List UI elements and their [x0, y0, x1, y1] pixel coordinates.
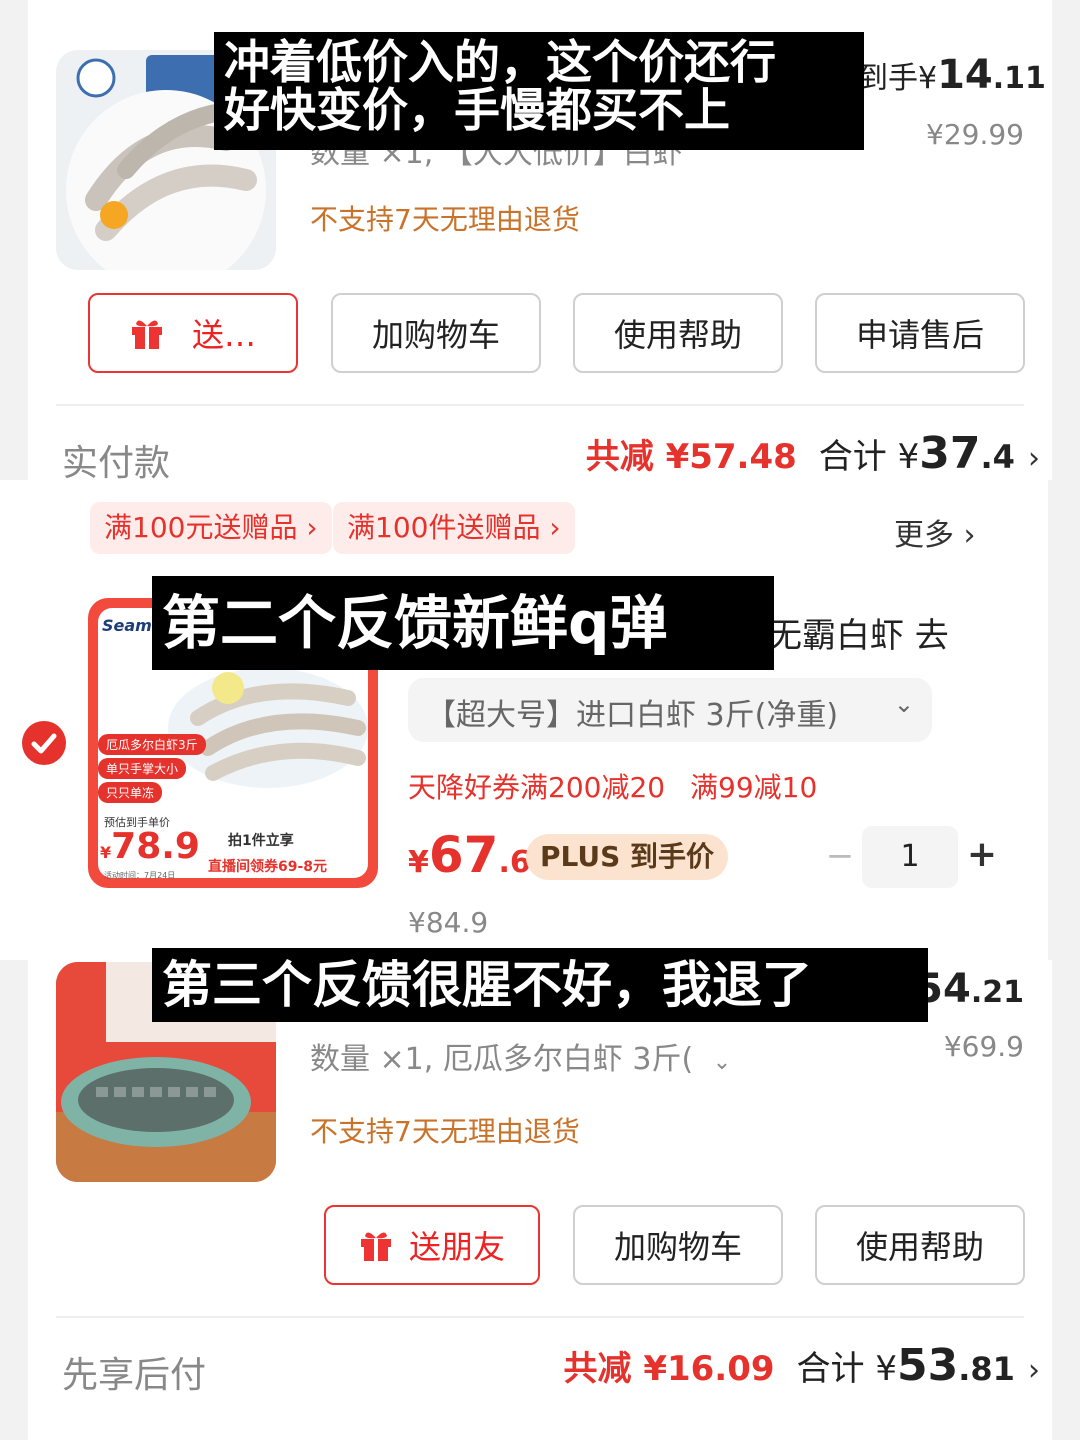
select-checkbox-checked[interactable] [22, 721, 66, 765]
return-policy-note-2: 不支持7天无理由退货 [310, 1115, 580, 1148]
more-promos-link[interactable]: 更多 › [894, 510, 976, 554]
image-est-value: 78.9 [111, 826, 200, 867]
price-int: 67 [428, 826, 499, 884]
total-int-2: 53 [896, 1340, 959, 1391]
net-price-1: 到手¥14.11 [858, 52, 1046, 98]
send-friend-label: 送朋友 [408, 1228, 505, 1266]
help-button[interactable]: 使用帮助 [573, 293, 783, 373]
total-label-2: 合计 ¥ [796, 1349, 897, 1389]
variant-selector[interactable]: 【超大号】进口白虾 3斤(净重) ⌄ [408, 678, 932, 742]
quantity-line-2-text: 数量 ×1, 厄瓜多尔白虾 3斤( [310, 1042, 694, 1077]
quantity-decrease-button[interactable]: − [822, 836, 858, 876]
quantity-increase-button[interactable]: + [964, 834, 1000, 875]
caption-1-line-1: 冲着低价入的，这个价还行 [224, 35, 776, 89]
divider [56, 404, 1024, 406]
send-friend-button[interactable]: 送朋友 [324, 1205, 540, 1285]
image-date: 活动时间：7月24日 [104, 871, 176, 880]
after-sale-button[interactable]: 申请售后 [815, 293, 1025, 373]
shrimp-illustration [168, 668, 368, 788]
variant-text: 【超大号】进口白虾 3斤(净重) [426, 698, 839, 733]
check-icon [31, 733, 57, 754]
image-tag-3: 只只单冻 [98, 782, 163, 803]
gift-send-button[interactable]: 送… [88, 293, 298, 373]
saved-amount-2: 共减 ¥16.09 [563, 1349, 775, 1389]
chevron-down-icon: ⌄ [893, 690, 914, 718]
net-price-2: 54.21 [915, 966, 1024, 1012]
cart-orig-price: ¥84.9 [408, 906, 489, 939]
image-est-symbol: ¥ [100, 843, 112, 862]
help-button-2[interactable]: 使用帮助 [815, 1205, 1025, 1285]
image-deal: 拍1件立享 [228, 833, 294, 849]
coupon-tag-1[interactable]: 天降好券满200减20 [408, 766, 665, 806]
saved-amount-1: 共减 ¥57.48 [585, 437, 797, 477]
caption-2: 第二个反馈新鲜q弹 [152, 576, 774, 670]
caption-1-line-2: 好快变价，手慢都买不上 [224, 83, 730, 138]
coupon-tag-2[interactable]: 满99减10 [690, 766, 817, 806]
plus-price-badge: PLUS 到手价 [526, 834, 729, 880]
quantity-field[interactable]: 1 [862, 826, 958, 888]
order-total-2[interactable]: 共减 ¥16.09 合计 ¥53.81 › [563, 1340, 1040, 1391]
total-label-1: 合计 ¥ [818, 437, 920, 477]
image-est-price: ¥78.9 [100, 826, 200, 867]
price-symbol: ¥ [408, 845, 429, 880]
payment-label-2: 先享后付 [62, 1355, 207, 1396]
product-title-partial[interactable]: 无霸白虾 去 [768, 608, 949, 657]
return-policy-note-1: 不支持7天无理由退货 [310, 203, 580, 236]
cart-price: ¥67.6 [408, 826, 531, 884]
total-dec-1: .4 [980, 438, 1015, 476]
net-price-dec: .11 [992, 61, 1046, 96]
promo-tag-gift-100items[interactable]: 满100件送赠品 › [333, 502, 575, 554]
quantity-line-2[interactable]: 数量 ×1, 厄瓜多尔白虾 3斤( ⌄ [310, 1034, 731, 1078]
net-price-int: 14 [937, 52, 993, 98]
caption-1: 冲着低价入的，这个价还行 好快变价，手慢都买不上 [214, 32, 864, 150]
divider [56, 1316, 1024, 1318]
total-dec-2: .81 [958, 1350, 1015, 1388]
chevron-right-icon: › [1028, 1353, 1040, 1388]
image-live-coupon: 直播间领券69-8元 [208, 859, 328, 875]
orig-price-2: ¥69.9 [943, 1030, 1024, 1063]
image-tag-1: 厄瓜多尔白虾3斤 [98, 734, 206, 755]
total-int-1: 37 [919, 428, 981, 479]
image-tag-2: 单只手掌大小 [98, 758, 187, 779]
payment-label-1: 实付款 [62, 443, 171, 484]
add-to-cart-button[interactable]: 加购物车 [331, 293, 541, 373]
orig-price-1: ¥29.99 [926, 118, 1024, 151]
chevron-down-icon: ⌄ [712, 1050, 732, 1075]
caption-3: 第三个反馈很腥不好，我退了 [152, 948, 928, 1022]
net-price-label: 到手¥ [858, 61, 938, 96]
net-price-2-dec: .21 [970, 975, 1024, 1010]
order-total-1[interactable]: 共减 ¥57.48 合计 ¥37.4 › [586, 428, 1040, 479]
gift-send-label: 送… [191, 316, 256, 354]
gift-icon [359, 1228, 393, 1262]
promo-tag-gift-100yuan[interactable]: 满100元送赠品 › [90, 502, 332, 554]
gift-icon [130, 316, 164, 350]
chevron-right-icon: › [1028, 441, 1040, 476]
add-to-cart-button-2[interactable]: 加购物车 [573, 1205, 783, 1285]
